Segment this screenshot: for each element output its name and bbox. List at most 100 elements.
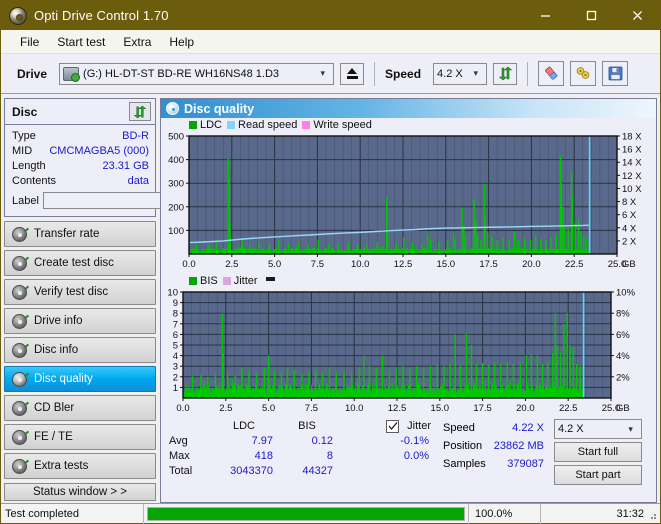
readout-panel: Speed 4.22 X Position 23862 MB Samples 3… [439, 419, 548, 473]
svg-text:GB: GB [616, 403, 630, 414]
svg-text:5: 5 [173, 341, 178, 352]
progress-fill [148, 507, 464, 520]
speed-select[interactable]: 4.2 X ▾ [433, 62, 488, 85]
drive-select[interactable]: (G:) HL-DT-ST BD-RE WH16NS48 1.D3 ▾ [59, 62, 335, 85]
sidebar-item-extra-tests[interactable]: Extra tests [4, 453, 156, 479]
maximize-icon[interactable] [568, 1, 614, 30]
sidebar-item-cd-bler[interactable]: CD Bler [4, 395, 156, 421]
disc-icon [12, 458, 30, 474]
start-part-button[interactable]: Start part [553, 465, 642, 485]
sidebar-item-disc-info[interactable]: Disc info [4, 337, 156, 363]
readout-row-speed: Speed 4.22 X [439, 419, 548, 437]
legend-swatch [189, 277, 197, 285]
jitter-checkbox[interactable] [386, 419, 400, 433]
save-button[interactable] [602, 61, 629, 86]
stats-jitter-value: -0.1% [400, 435, 429, 447]
svg-text:2: 2 [173, 372, 178, 383]
legend-item-read-speed: Read speed [227, 119, 297, 131]
disc-refresh-button[interactable] [129, 102, 151, 121]
speed-select-value: 4.2 X [437, 67, 463, 80]
start-full-button[interactable]: Start full [553, 442, 642, 462]
sidebar-item-label: Disc info [34, 344, 79, 356]
svg-text:7.5: 7.5 [305, 403, 318, 414]
menu-extra[interactable]: Extra [114, 32, 160, 52]
test-speed-value: 4.2 X [557, 423, 584, 435]
erase-button[interactable] [538, 61, 565, 86]
stats-ldc-value: 7.97 [251, 435, 273, 447]
ldc-plot: 100 200 300 400 500 2 X 4 X 6 X 8 X 10 X 12 X 14 X 1… [168, 132, 642, 270]
svg-text:6 X: 6 X [622, 210, 637, 221]
svg-text:10.0: 10.0 [345, 403, 364, 414]
disc-icon [12, 284, 30, 300]
sidebar-item-disc-quality[interactable]: Disc quality [4, 366, 156, 392]
svg-text:300: 300 [168, 179, 184, 190]
legend-swatch [227, 121, 236, 129]
menu-file[interactable]: File [11, 32, 48, 52]
menu-help[interactable]: Help [160, 32, 203, 52]
menu-start-test[interactable]: Start test [48, 32, 114, 52]
window-controls [522, 1, 660, 30]
svg-text:10%: 10% [616, 288, 636, 299]
legend-swatch [222, 277, 231, 285]
sidebar-item-label: FE / TE [34, 431, 73, 443]
minimize-icon[interactable] [522, 1, 568, 30]
disc-row-value: data [127, 174, 149, 187]
legend-item-bis: BIS [189, 275, 218, 287]
disc-icon [12, 342, 30, 358]
svg-text:10 X: 10 X [622, 184, 642, 195]
samples-readout-value: 379087 [507, 458, 544, 470]
jitter-marker-icon [265, 276, 275, 281]
sidebar-item-drive-info[interactable]: Drive info [4, 308, 156, 334]
close-icon[interactable] [614, 1, 660, 30]
svg-text:22.5: 22.5 [559, 403, 578, 414]
stats-ldc-value: 418 [254, 450, 273, 462]
sidebar-item-label: Drive info [34, 315, 83, 327]
refresh-icon [133, 105, 147, 118]
content-area: Disc Type BD-R MID CMCMAGBA5 (000) Lengt… [1, 94, 660, 503]
stats-row-label: Total [169, 465, 193, 477]
disc-row-contents: Contents data [12, 173, 149, 188]
sidebar-item-create-test-disc[interactable]: Create test disc [4, 250, 156, 276]
chevron-down-icon: ▾ [320, 68, 326, 78]
svg-text:17.5: 17.5 [473, 403, 492, 414]
svg-text:22.5: 22.5 [565, 259, 584, 270]
refresh-button[interactable] [493, 62, 518, 85]
disc-icon [12, 429, 30, 445]
status-window-button[interactable]: Status window > > [4, 483, 156, 501]
test-speed-select[interactable]: 4.2 X ▾ [553, 419, 642, 439]
legend-item-write-speed: Write speed [302, 119, 372, 131]
sidebar-item-transfer-rate[interactable]: Transfer rate [4, 221, 156, 247]
legend-label: Jitter [233, 275, 258, 287]
svg-text:2 X: 2 X [622, 236, 637, 247]
readout-table: Speed 4.22 X Position 23862 MB Samples 3… [439, 419, 548, 473]
nav-list: Transfer rate Create test disc Verify te… [4, 221, 156, 479]
drive-select-value: (G:) HL-DT-ST BD-RE WH16NS48 1.D3 [83, 67, 280, 80]
toolbar: Drive (G:) HL-DT-ST BD-RE WH16NS48 1.D3 … [1, 54, 660, 94]
sidebar-item-verify-test-disc[interactable]: Verify test disc [4, 279, 156, 305]
stats-header-row: LDC BIS Jitter [165, 419, 433, 434]
table-row: Avg 7.97 0.12 -0.1% [165, 434, 433, 449]
disc-row-key: Length [12, 159, 46, 172]
disc-info-rows: Type BD-R MID CMCMAGBA5 (000) Length 23.… [5, 125, 245, 216]
refresh-icon [498, 66, 512, 81]
svg-text:15.0: 15.0 [431, 403, 450, 414]
legend-item-jitter: Jitter [222, 275, 258, 287]
tools-button[interactable] [570, 61, 597, 86]
sidebar-item-fe-te[interactable]: FE / TE [4, 424, 156, 450]
disc-icon [12, 226, 30, 242]
sidebar-item-label: Extra tests [34, 460, 89, 472]
chevron-down-icon: ▾ [628, 423, 633, 434]
disc-icon [12, 313, 30, 329]
svg-text:10: 10 [167, 288, 178, 299]
svg-text:7.5: 7.5 [311, 259, 324, 270]
app-disc-icon [9, 6, 27, 25]
status-bar: Test completed 100.0% 31:32 [1, 503, 660, 524]
eject-button[interactable] [340, 62, 365, 85]
disc-row-value: BD-R [122, 129, 149, 142]
svg-text:5.0: 5.0 [262, 403, 275, 414]
svg-text:6: 6 [173, 330, 178, 341]
sidebar-item-label: Verify test disc [34, 286, 109, 298]
resize-grip[interactable] [647, 510, 657, 520]
main-panel: Disc quality LDC Read speed Write speed … [160, 98, 657, 503]
page-title: Disc quality [184, 101, 255, 116]
